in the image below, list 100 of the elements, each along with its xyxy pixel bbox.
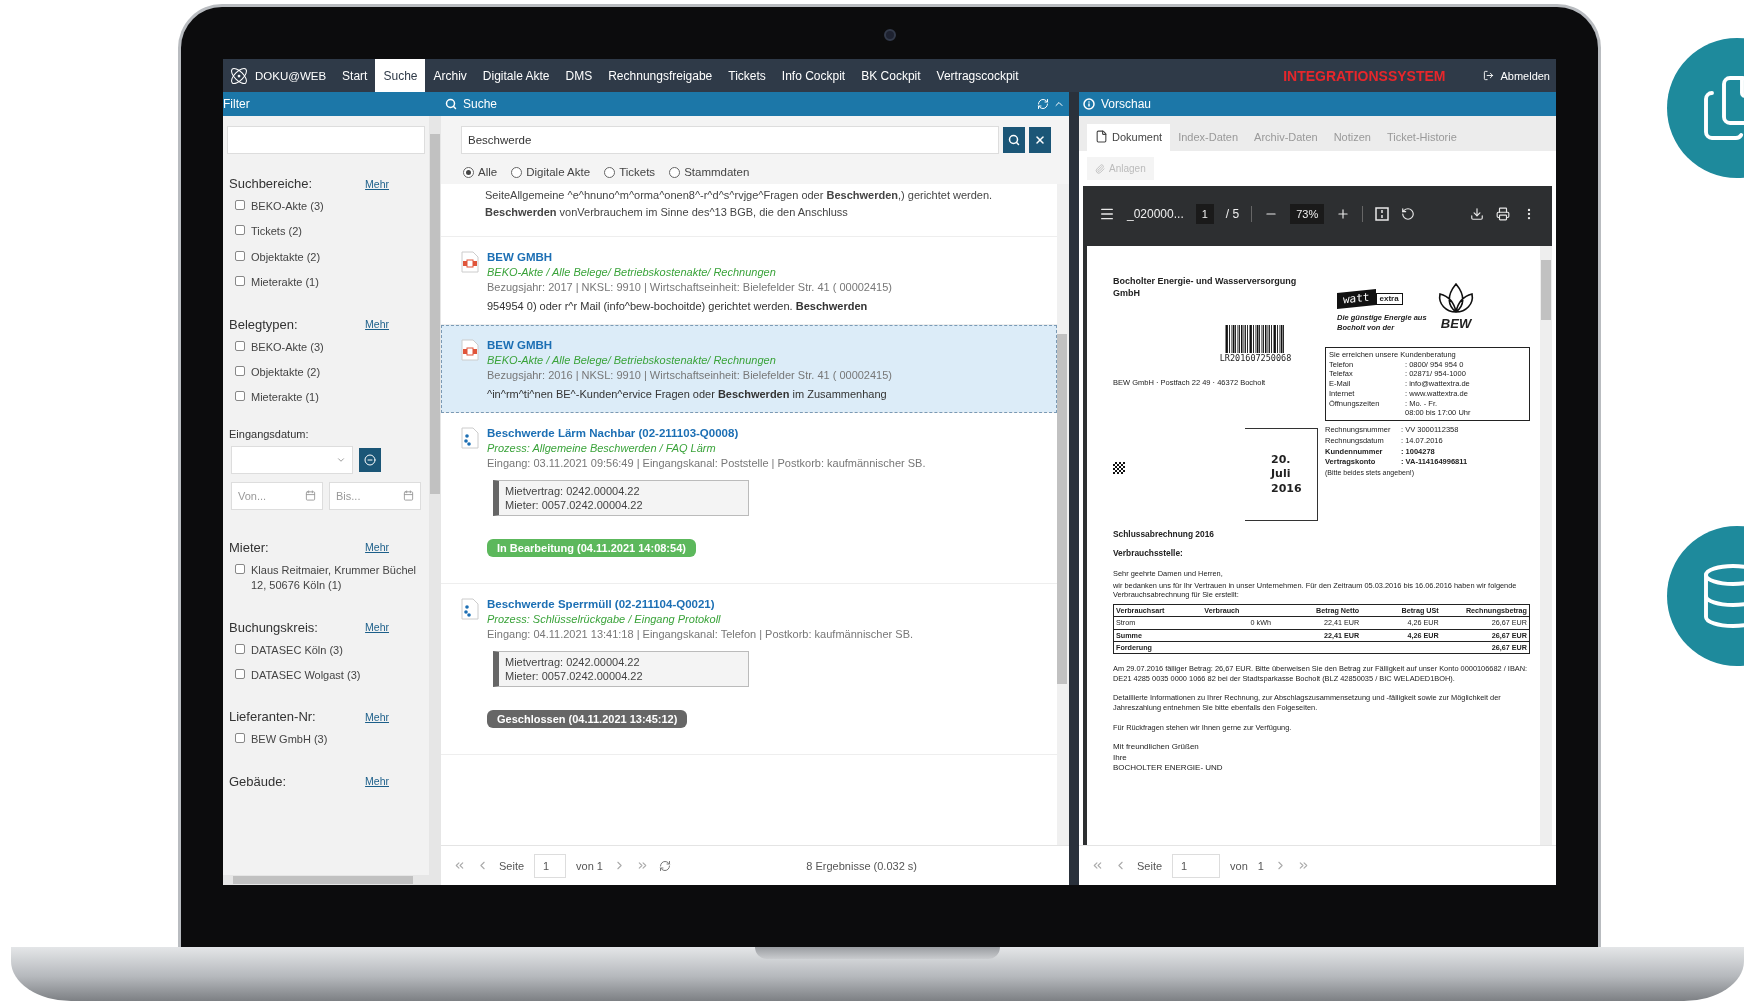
- calendar-icon: [305, 490, 316, 502]
- reference-line: Mietvertrag: 0242.00004.22: [505, 484, 641, 497]
- checkbox-label: Klaus Reitmaier, Krummer Büchel 12, 50676 Köln (1): [251, 562, 418, 594]
- result-path: BEKO-Akte / Alle Belege/ Betriebskostenakte/ Rechnungen: [487, 265, 777, 278]
- filter-title: Filter: [223, 97, 250, 111]
- rotate-icon[interactable]: [1401, 207, 1416, 221]
- checkbox[interactable]: [235, 250, 245, 261]
- nav-tab[interactable]: Info Cockpit: [773, 59, 854, 92]
- barcode-number: LR201607250068: [1219, 353, 1292, 365]
- zoom-in-icon[interactable]: [1336, 207, 1351, 221]
- date-stamp: 20. Juli 2016: [1245, 428, 1318, 522]
- preview-tab[interactable]: Dokument: [1087, 124, 1171, 151]
- checkbox[interactable]: [235, 643, 245, 654]
- checkbox-label: Tickets (2): [251, 224, 302, 240]
- pdf-file-icon: [461, 250, 479, 273]
- checkbox-label: Objektakte (2): [251, 364, 321, 380]
- checkbox[interactable]: [235, 365, 245, 376]
- more-link[interactable]: Mehr: [365, 177, 389, 190]
- qr-code-icon: [1113, 462, 1125, 475]
- nav-tab[interactable]: BK Cockpit: [853, 59, 929, 92]
- scrollbar[interactable]: [1057, 184, 1069, 845]
- checkbox[interactable]: [235, 733, 245, 744]
- nav-tab[interactable]: Vertragscockpit: [928, 59, 1027, 92]
- fit-page-icon[interactable]: [1375, 207, 1390, 221]
- logout-link[interactable]: Abmelden: [1483, 59, 1556, 92]
- nav-tab[interactable]: Rechnungsfreigabe: [600, 59, 721, 92]
- checkbox[interactable]: [235, 200, 245, 210]
- radio-label: Tickets: [619, 166, 656, 178]
- nav-tab[interactable]: Archiv: [425, 59, 475, 92]
- result-meta: Bezugsjahr: 2016 | NKSL: 9910 | Wirtschaftseinheit: Bielefelder Str. 41 ( 00002415): [487, 368, 892, 381]
- reference-line: Mieter: 0057.0242.00004.22: [505, 669, 644, 682]
- page-label: Seite: [499, 859, 525, 872]
- radio-label: Digitale Akte: [526, 166, 591, 178]
- more-link[interactable]: Mehr: [365, 621, 389, 633]
- radio-label: Stammdaten: [684, 166, 750, 178]
- camera-icon: [883, 29, 896, 41]
- download-icon[interactable]: [1470, 207, 1484, 221]
- result-meta: Eingang: 04.11.2021 13:41:18 | Eingangskanal: Telefon | Postkorb: kaufmännischer SB.: [487, 627, 914, 640]
- minus-circle-icon: [364, 453, 376, 466]
- nav-tab[interactable]: Start: [334, 59, 376, 92]
- result-title-link[interactable]: Beschwerde Sperrmüll (02-211104-Q0021): [487, 597, 914, 610]
- nav-tab[interactable]: Digitale Akte: [474, 59, 558, 92]
- checkbox-label: DATASEC Wolgast (3): [251, 667, 361, 683]
- page-input[interactable]: 1: [1195, 204, 1214, 224]
- search-field[interactable]: Beschwerde: [461, 126, 999, 154]
- more-link[interactable]: Mehr: [365, 318, 389, 331]
- radio-button[interactable]: [511, 166, 523, 178]
- nav-tab[interactable]: Tickets: [720, 59, 774, 92]
- result-meta: Eingang: 03.11.2021 09:56:49 | Eingangskanal: Poststelle | Postkorb: kaufmännischer SB.: [487, 456, 926, 469]
- radio-button[interactable]: [669, 166, 681, 178]
- info-icon: [1083, 98, 1095, 110]
- checkbox[interactable]: [235, 391, 245, 402]
- radio-button[interactable]: [463, 166, 474, 178]
- filter-input[interactable]: [227, 126, 425, 154]
- more-link[interactable]: Mehr: [365, 710, 389, 723]
- status-label: In Bearbeitung (04.11.2021 14:08:54): [487, 538, 696, 557]
- horizontal-scrollbar[interactable]: [223, 875, 441, 885]
- page-input[interactable]: 1: [534, 853, 567, 878]
- checkbox[interactable]: [235, 225, 245, 236]
- refresh-icon[interactable]: [659, 859, 671, 872]
- workflow-file-icon: [461, 597, 479, 620]
- nav-tab[interactable]: DMS: [557, 59, 601, 92]
- clear-button[interactable]: [1029, 127, 1051, 153]
- closing-line: Ihre: [1113, 752, 1128, 764]
- more-link[interactable]: Mehr: [365, 541, 389, 554]
- scrollbar[interactable]: [429, 116, 441, 875]
- nav-tab[interactable]: Suche: [375, 59, 426, 92]
- last-page-icon[interactable]: [636, 859, 649, 872]
- checkbox-label: BEKO-Akte (3): [251, 199, 324, 214]
- reference-line: Mietvertrag: 0242.00004.22: [505, 655, 641, 668]
- checkbox[interactable]: [235, 276, 245, 287]
- paperclip-icon: [1095, 163, 1105, 174]
- result-path: BEKO-Akte / Alle Belege/ Betriebskostenakte/ Rechnungen: [487, 353, 777, 366]
- file-name: _020000...: [1127, 207, 1184, 221]
- radio-button[interactable]: [604, 166, 616, 178]
- result-title-link[interactable]: BEW GMBH: [487, 338, 892, 351]
- result-title-link[interactable]: Beschwerde Lärm Nachbar (02-211103-Q0008): [487, 426, 926, 439]
- search-button[interactable]: [1003, 127, 1025, 153]
- result-title-link[interactable]: BEW GMBH: [487, 250, 892, 263]
- checkbox[interactable]: [235, 340, 245, 351]
- first-page-icon[interactable]: [1091, 859, 1104, 872]
- result-meta: Bezugsjahr: 2017 | NKSL: 9910 | Wirtschaftseinheit: Bielefelder Str. 41 ( 00002415): [487, 280, 892, 293]
- checkbox[interactable]: [235, 668, 245, 679]
- document-subheading: Verbrauchsstelle:: [1113, 548, 1184, 559]
- menu-icon[interactable]: [1099, 206, 1115, 222]
- close-icon: [1034, 134, 1046, 146]
- status-label: Geschlossen (04.11.2021 13:45:12): [487, 709, 688, 728]
- checkbox-label: Mieterakte (1): [251, 275, 319, 291]
- preview-title: Vorschau: [1101, 97, 1152, 111]
- result-item[interactable]: [441, 324, 1057, 413]
- zoom-field[interactable]: 73%: [1290, 204, 1325, 224]
- first-page-icon[interactable]: [453, 859, 466, 872]
- page-input[interactable]: 1: [1172, 853, 1221, 878]
- more-link[interactable]: Mehr: [365, 775, 389, 788]
- remove-button[interactable]: [359, 447, 381, 472]
- scrollbar[interactable]: [1540, 246, 1552, 845]
- refresh-icon[interactable]: [1037, 98, 1049, 110]
- document-heading: Schlussabrechnung 2016: [1113, 529, 1215, 540]
- print-icon[interactable]: [1496, 207, 1510, 221]
- checkbox[interactable]: [235, 563, 245, 574]
